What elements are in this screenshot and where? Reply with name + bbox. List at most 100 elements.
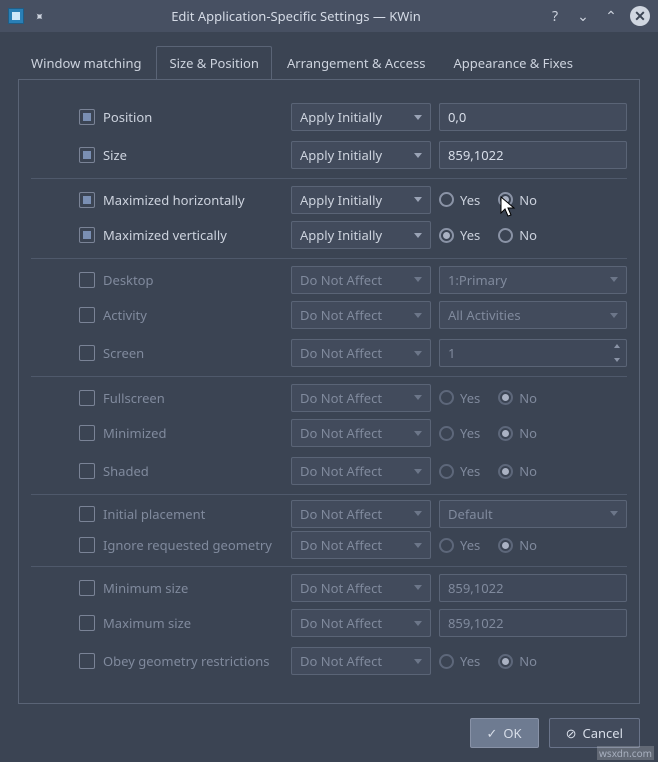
chevron-down-icon [414, 115, 422, 120]
chevron-down-icon [414, 469, 422, 474]
shaded-check[interactable] [79, 463, 95, 479]
watermark: wsxdn.com [597, 746, 654, 760]
obey-geom-no-radio: No [498, 652, 537, 670]
chevron-down-icon [610, 313, 618, 318]
help-icon[interactable]: ? [546, 7, 564, 25]
minimized-check[interactable] [79, 425, 95, 441]
minimized-no-radio: No [498, 424, 537, 442]
max-size-label: Maximum size [103, 614, 283, 632]
screen-check[interactable] [79, 345, 95, 361]
chevron-down-icon [414, 621, 422, 626]
chevron-down-icon [414, 543, 422, 548]
activity-value-select[interactable]: All Activities [439, 301, 627, 329]
screen-value-spinner[interactable]: 1 [439, 339, 627, 367]
chevron-down-icon [414, 277, 422, 282]
initial-placement-check[interactable] [79, 506, 95, 522]
screen-rule-select[interactable]: Do Not Affect [291, 339, 431, 367]
initial-placement-label: Initial placement [103, 505, 283, 523]
chevron-down-icon [414, 431, 422, 436]
desktop-label: Desktop [103, 271, 283, 289]
size-check[interactable] [79, 147, 95, 163]
activity-rule-select[interactable]: Do Not Affect [291, 301, 431, 329]
chevron-down-icon [414, 197, 422, 202]
tab-size-position[interactable]: Size & Position [156, 46, 271, 79]
dialog-footer: ✓ OK ⊘ Cancel [0, 704, 658, 762]
max-v-no-radio[interactable]: No [498, 226, 537, 244]
min-size-input[interactable]: 859,1022 [439, 574, 627, 602]
max-h-yes-radio[interactable]: Yes [439, 191, 480, 209]
shaded-rule-select[interactable]: Do Not Affect [291, 457, 431, 485]
ignore-geom-yes-radio: Yes [439, 536, 480, 554]
obey-geom-label: Obey geometry restrictions [103, 652, 283, 670]
obey-geom-check[interactable] [79, 653, 95, 669]
close-icon[interactable]: ✕ [630, 6, 650, 26]
minimized-label: Minimized [103, 424, 283, 442]
fullscreen-label: Fullscreen [103, 389, 283, 407]
size-label: Size [103, 146, 283, 164]
ignore-geom-rule-select[interactable]: Do Not Affect [291, 531, 431, 559]
chevron-down-icon [414, 511, 422, 516]
max-h-rule-select[interactable]: Apply Initially [291, 186, 431, 214]
settings-panel: Position Apply Initially 0,0 Size Apply … [18, 79, 640, 704]
max-h-label: Maximized horizontally [103, 191, 283, 209]
min-size-rule-select[interactable]: Do Not Affect [291, 574, 431, 602]
chevron-down-icon [610, 511, 618, 516]
ignore-geom-check[interactable] [79, 537, 95, 553]
position-check[interactable] [79, 109, 95, 125]
app-icon [8, 8, 24, 24]
ignore-geom-label: Ignore requested geometry [103, 536, 283, 554]
titlebar: ✦ Edit Application-Specific Settings — K… [0, 0, 658, 32]
minimized-rule-select[interactable]: Do Not Affect [291, 419, 431, 447]
max-v-rule-select[interactable]: Apply Initially [291, 221, 431, 249]
max-size-input[interactable]: 859,1022 [439, 609, 627, 637]
maximize-icon[interactable]: ⌃ [602, 7, 620, 25]
max-size-check[interactable] [79, 615, 95, 631]
minimize-icon[interactable]: ⌄ [574, 7, 592, 25]
chevron-down-icon [610, 277, 618, 282]
shaded-label: Shaded [103, 462, 283, 480]
initial-placement-rule-select[interactable]: Do Not Affect [291, 500, 431, 528]
screen-label: Screen [103, 344, 283, 362]
minimized-yes-radio: Yes [439, 424, 480, 442]
position-label: Position [103, 108, 283, 126]
window-title: Edit Application-Specific Settings — KWi… [56, 7, 536, 25]
ok-button[interactable]: ✓ OK [470, 718, 539, 748]
tab-arrangement-access[interactable]: Arrangement & Access [274, 46, 439, 79]
max-v-yes-radio[interactable]: Yes [439, 226, 480, 244]
desktop-rule-select[interactable]: Do Not Affect [291, 266, 431, 294]
shaded-no-radio: No [498, 462, 537, 480]
fullscreen-rule-select[interactable]: Do Not Affect [291, 384, 431, 412]
size-input[interactable]: 859,1022 [439, 141, 627, 169]
tab-window-matching[interactable]: Window matching [18, 46, 154, 79]
max-size-rule-select[interactable]: Do Not Affect [291, 609, 431, 637]
fullscreen-no-radio: No [498, 389, 537, 407]
obey-geom-rule-select[interactable]: Do Not Affect [291, 647, 431, 675]
pin-icon[interactable]: ✦ [29, 5, 52, 28]
max-h-check[interactable] [79, 192, 95, 208]
desktop-check[interactable] [79, 272, 95, 288]
check-icon: ✓ [487, 724, 498, 742]
chevron-down-icon [414, 395, 422, 400]
max-v-check[interactable] [79, 227, 95, 243]
chevron-down-icon [414, 585, 422, 590]
activity-check[interactable] [79, 307, 95, 323]
position-input[interactable]: 0,0 [439, 103, 627, 131]
min-size-label: Minimum size [103, 579, 283, 597]
desktop-value-select[interactable]: 1:Primary [439, 266, 627, 294]
cancel-button[interactable]: ⊘ Cancel [549, 718, 640, 748]
fullscreen-check[interactable] [79, 390, 95, 406]
size-rule-select[interactable]: Apply Initially [291, 141, 431, 169]
obey-geom-yes-radio: Yes [439, 652, 480, 670]
chevron-down-icon [414, 313, 422, 318]
initial-placement-value-select[interactable]: Default [439, 500, 627, 528]
fullscreen-yes-radio: Yes [439, 389, 480, 407]
tab-bar: Window matching Size & Position Arrangem… [0, 32, 658, 79]
max-h-no-radio[interactable]: No [498, 191, 537, 209]
position-rule-select[interactable]: Apply Initially [291, 103, 431, 131]
chevron-down-icon [414, 659, 422, 664]
min-size-check[interactable] [79, 580, 95, 596]
chevron-down-icon [414, 351, 422, 356]
tab-appearance-fixes[interactable]: Appearance & Fixes [440, 46, 585, 79]
max-v-label: Maximized vertically [103, 226, 283, 244]
chevron-down-icon [414, 153, 422, 158]
